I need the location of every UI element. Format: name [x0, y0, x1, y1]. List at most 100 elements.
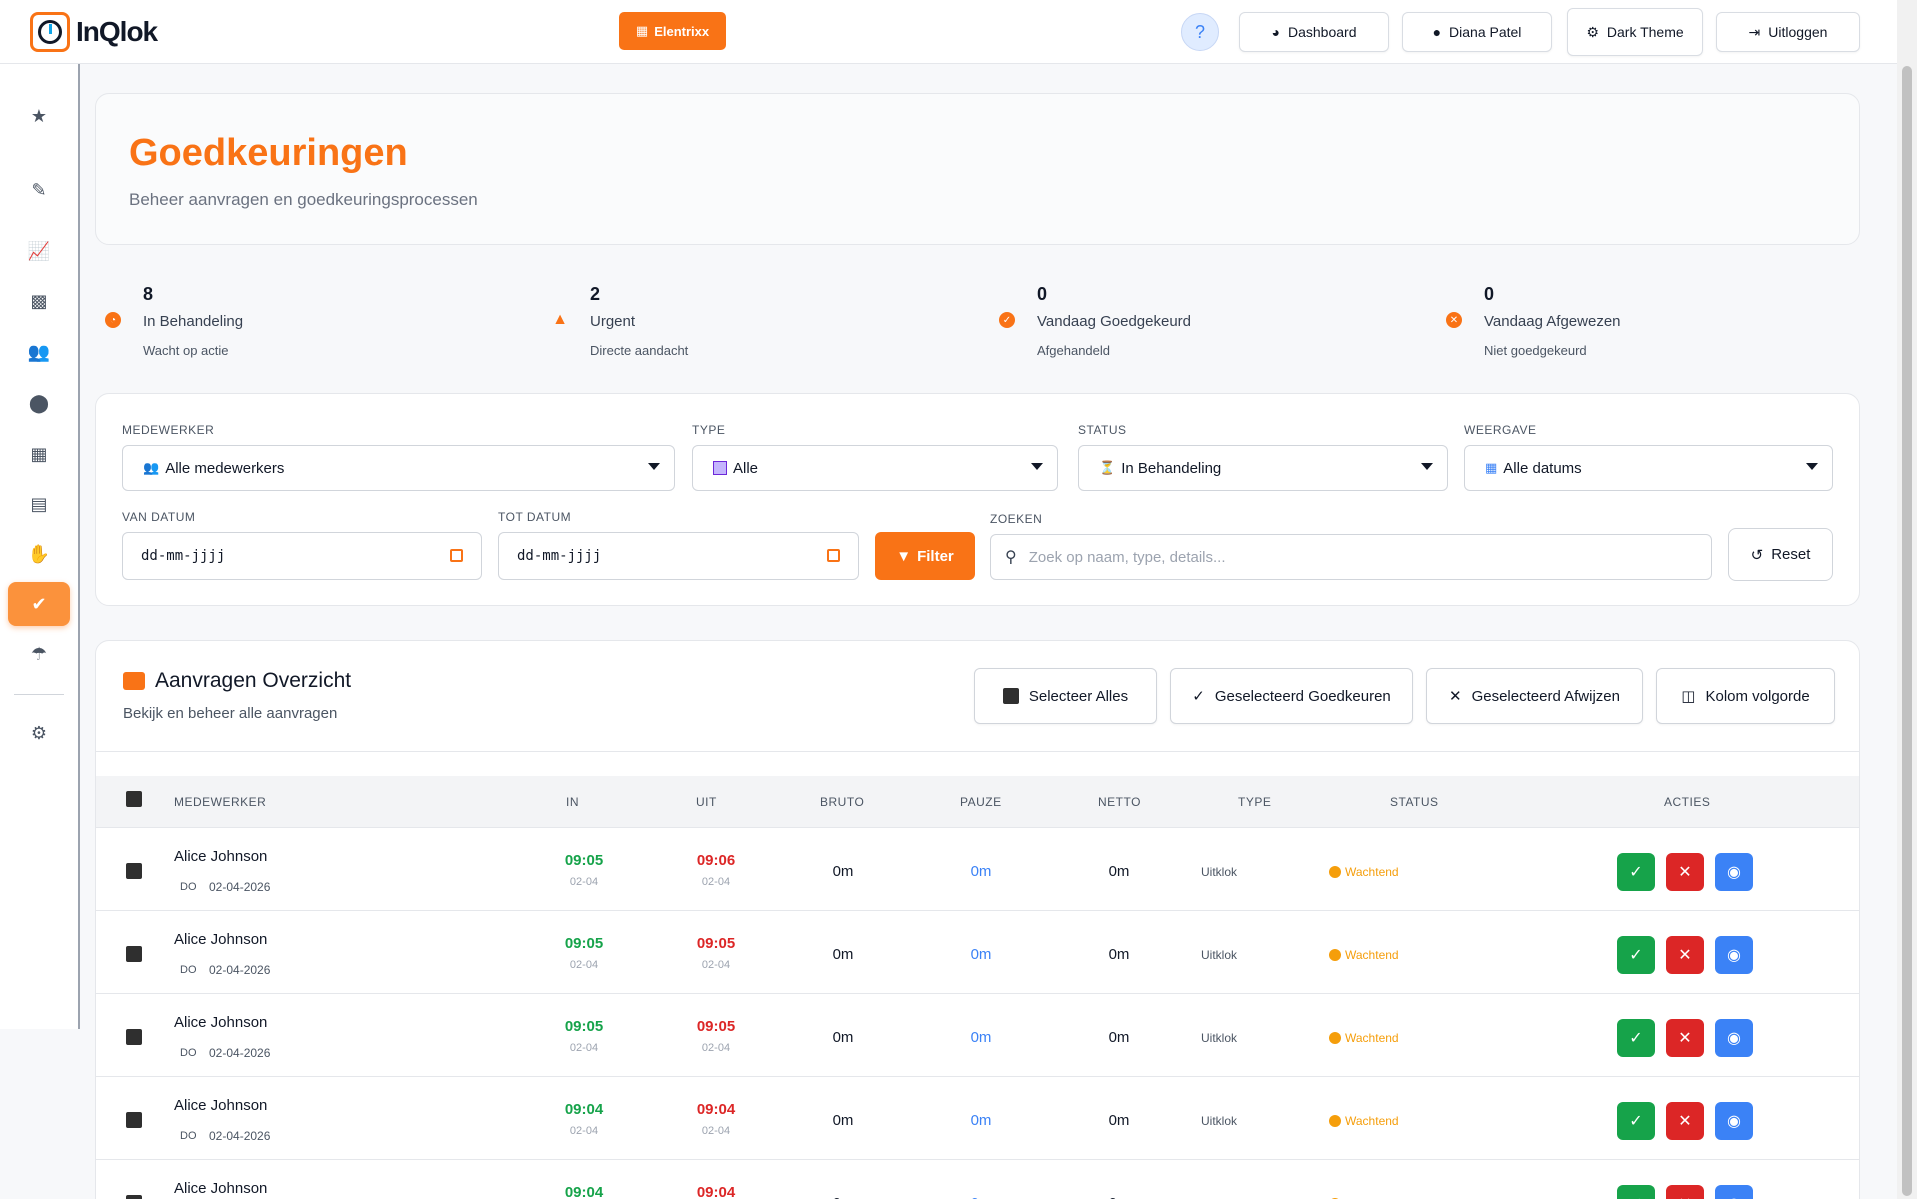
to-date-input[interactable]: dd-mm-jjjj	[498, 532, 859, 580]
stat-pending: ◔ 8 In Behandeling Wacht op actie	[105, 282, 525, 362]
logout-button[interactable]: ⇥ Uitloggen	[1716, 12, 1860, 52]
column-header[interactable]: IN	[566, 795, 579, 809]
header-checkbox[interactable]	[126, 791, 142, 807]
clock-icon: ◔	[105, 312, 121, 328]
help-button[interactable]: ?	[1181, 13, 1219, 51]
user-button[interactable]: ● Diana Patel	[1402, 12, 1552, 52]
building-icon: ▦	[635, 23, 649, 38]
chart-line-icon[interactable]: 📈	[8, 229, 70, 273]
funnel-icon: ▼	[896, 547, 912, 565]
row-checkbox[interactable]	[126, 863, 142, 879]
weekday: DO	[180, 881, 197, 893]
approve-button[interactable]: ✓	[1617, 1102, 1655, 1140]
reject-button[interactable]: ✕	[1666, 1019, 1704, 1057]
time-out-date: 02-04	[701, 959, 731, 971]
scrollbar[interactable]	[1897, 0, 1917, 1199]
column-order-button[interactable]: ◫ Kolom volgorde	[1656, 668, 1835, 724]
calendar-icon[interactable]	[827, 549, 840, 562]
column-header[interactable]: MEDEWERKER	[174, 795, 266, 809]
check-double-icon[interactable]: ✔	[8, 582, 70, 626]
stat-value: 0	[1037, 284, 1048, 304]
dashboard-icon: ◕	[1271, 24, 1280, 40]
qrcode-icon[interactable]: ▩	[8, 279, 70, 323]
reject-button[interactable]: ✕	[1666, 853, 1704, 891]
weekday: DO	[180, 1047, 197, 1059]
calendar-icon[interactable]	[450, 549, 463, 562]
calendar-icon[interactable]: ▦	[8, 432, 70, 476]
table-row[interactable]: Alice JohnsonDO02-04-202609:0402-0409:04…	[96, 1160, 1859, 1199]
select-all-button[interactable]: Selecteer Alles	[974, 668, 1157, 724]
edit-icon[interactable]: ✎	[8, 168, 70, 212]
reset-button[interactable]: ↺ Reset	[1728, 528, 1833, 581]
status-select[interactable]: ⏳ In Behandeling	[1078, 445, 1448, 491]
employee-select[interactable]: 👥 Alle medewerkers	[122, 445, 675, 491]
row-checkbox[interactable]	[126, 946, 142, 962]
column-header[interactable]: STATUS	[1390, 795, 1439, 809]
table-row[interactable]: Alice Johnson DO 02-04-2026 09:05 02-04 09:06…	[96, 828, 1859, 911]
table-row[interactable]: Alice Johnson DO 02-04-2026 09:05 02-04 09:05…	[96, 994, 1859, 1077]
chevron-down-icon	[1806, 463, 1818, 470]
column-header[interactable]: ACTIES	[1664, 795, 1710, 809]
column-header[interactable]: NETTO	[1098, 795, 1141, 809]
time-in-date: 02-04	[569, 1042, 599, 1054]
from-date-input[interactable]: dd-mm-jjjj	[122, 532, 482, 580]
dashboard-button[interactable]: ◕ Dashboard	[1239, 12, 1389, 52]
page-subtitle: Beheer aanvragen en goedkeuringsprocesse…	[129, 190, 478, 209]
reject-button[interactable]: ✕	[1666, 1102, 1704, 1140]
column-header[interactable]: TYPE	[1238, 795, 1271, 809]
tenant-button[interactable]: ▦ Elentrixx	[619, 12, 726, 50]
table-row[interactable]: Alice JohnsonDO02-04-202609:0402-0409:04…	[96, 1077, 1859, 1160]
approve-button[interactable]: ✓	[1617, 1185, 1655, 1199]
umbrella-beach-icon[interactable]: ☂	[8, 632, 70, 676]
filter-button[interactable]: ▼ Filter	[875, 532, 975, 580]
users-icon[interactable]: 👥	[8, 330, 70, 374]
approve-selected-button[interactable]: ✓ Geselecteerd Goedkeuren	[1170, 668, 1413, 724]
view-select[interactable]: ▦ Alle datums	[1464, 445, 1833, 491]
employee-name: Alice Johnson	[174, 1097, 268, 1114]
bar-chart-icon[interactable]: ▤	[8, 482, 70, 526]
approve-button[interactable]: ✓	[1617, 1019, 1655, 1057]
column-header[interactable]: BRUTO	[820, 795, 864, 809]
approve-button[interactable]: ✓	[1617, 936, 1655, 974]
view-button[interactable]: ◉	[1715, 1185, 1753, 1199]
warning-icon: ▲	[552, 311, 568, 328]
view-button[interactable]: ◉	[1715, 1019, 1753, 1057]
row-checkbox[interactable]	[126, 1112, 142, 1128]
row-checkbox[interactable]	[126, 1029, 142, 1045]
view-button[interactable]: ◉	[1715, 936, 1753, 974]
reject-selected-button[interactable]: ✕ Geselecteerd Afwijzen	[1426, 668, 1643, 724]
table-row[interactable]: Alice Johnson DO 02-04-2026 09:05 02-04 09:05…	[96, 911, 1859, 994]
search-input[interactable]	[1028, 548, 1629, 566]
pauze-value: 0m	[970, 863, 992, 880]
view-button[interactable]: ◉	[1715, 1102, 1753, 1140]
netto-value: 0m	[1108, 863, 1130, 880]
theme-button[interactable]: ⚙ Dark Theme	[1567, 8, 1703, 56]
page-title: Goedkeuringen	[129, 132, 408, 174]
approve-button[interactable]: ✓	[1617, 853, 1655, 891]
view-button[interactable]: ◉	[1715, 853, 1753, 891]
column-header[interactable]: UIT	[696, 795, 717, 809]
column-header[interactable]: PAUZE	[960, 795, 1002, 809]
stat-subtext: Directe aandacht	[590, 343, 689, 358]
view-select-value: Alle datums	[1503, 459, 1582, 477]
star-icon[interactable]: ★	[8, 94, 70, 138]
logout-icon: ⇥	[1748, 23, 1761, 40]
hand-coin-icon[interactable]: ✋	[8, 532, 70, 576]
gear-icon[interactable]: ⚙	[8, 711, 70, 755]
reject-button[interactable]: ✕	[1666, 1185, 1704, 1199]
status-badge: Wachtend	[1329, 1031, 1399, 1045]
bruto-value: 0m	[813, 1195, 873, 1199]
stat-value: 0	[1484, 284, 1495, 304]
reject-button[interactable]: ✕	[1666, 936, 1704, 974]
scrollbar-thumb[interactable]	[1902, 66, 1912, 1196]
status-text: Wachtend	[1345, 865, 1399, 879]
type-select[interactable]: Alle	[692, 445, 1058, 491]
chevron-down-icon	[1421, 463, 1433, 470]
dashboard-label: Dashboard	[1287, 24, 1357, 40]
app-logo[interactable]: InQlok	[30, 12, 158, 52]
row-checkbox[interactable]	[126, 1195, 142, 1199]
square-icon	[713, 461, 727, 475]
request-date: 02-04-2026	[209, 880, 271, 894]
search-field[interactable]: ⚲	[990, 534, 1712, 580]
location-pin-icon[interactable]: ⬤	[8, 381, 70, 425]
